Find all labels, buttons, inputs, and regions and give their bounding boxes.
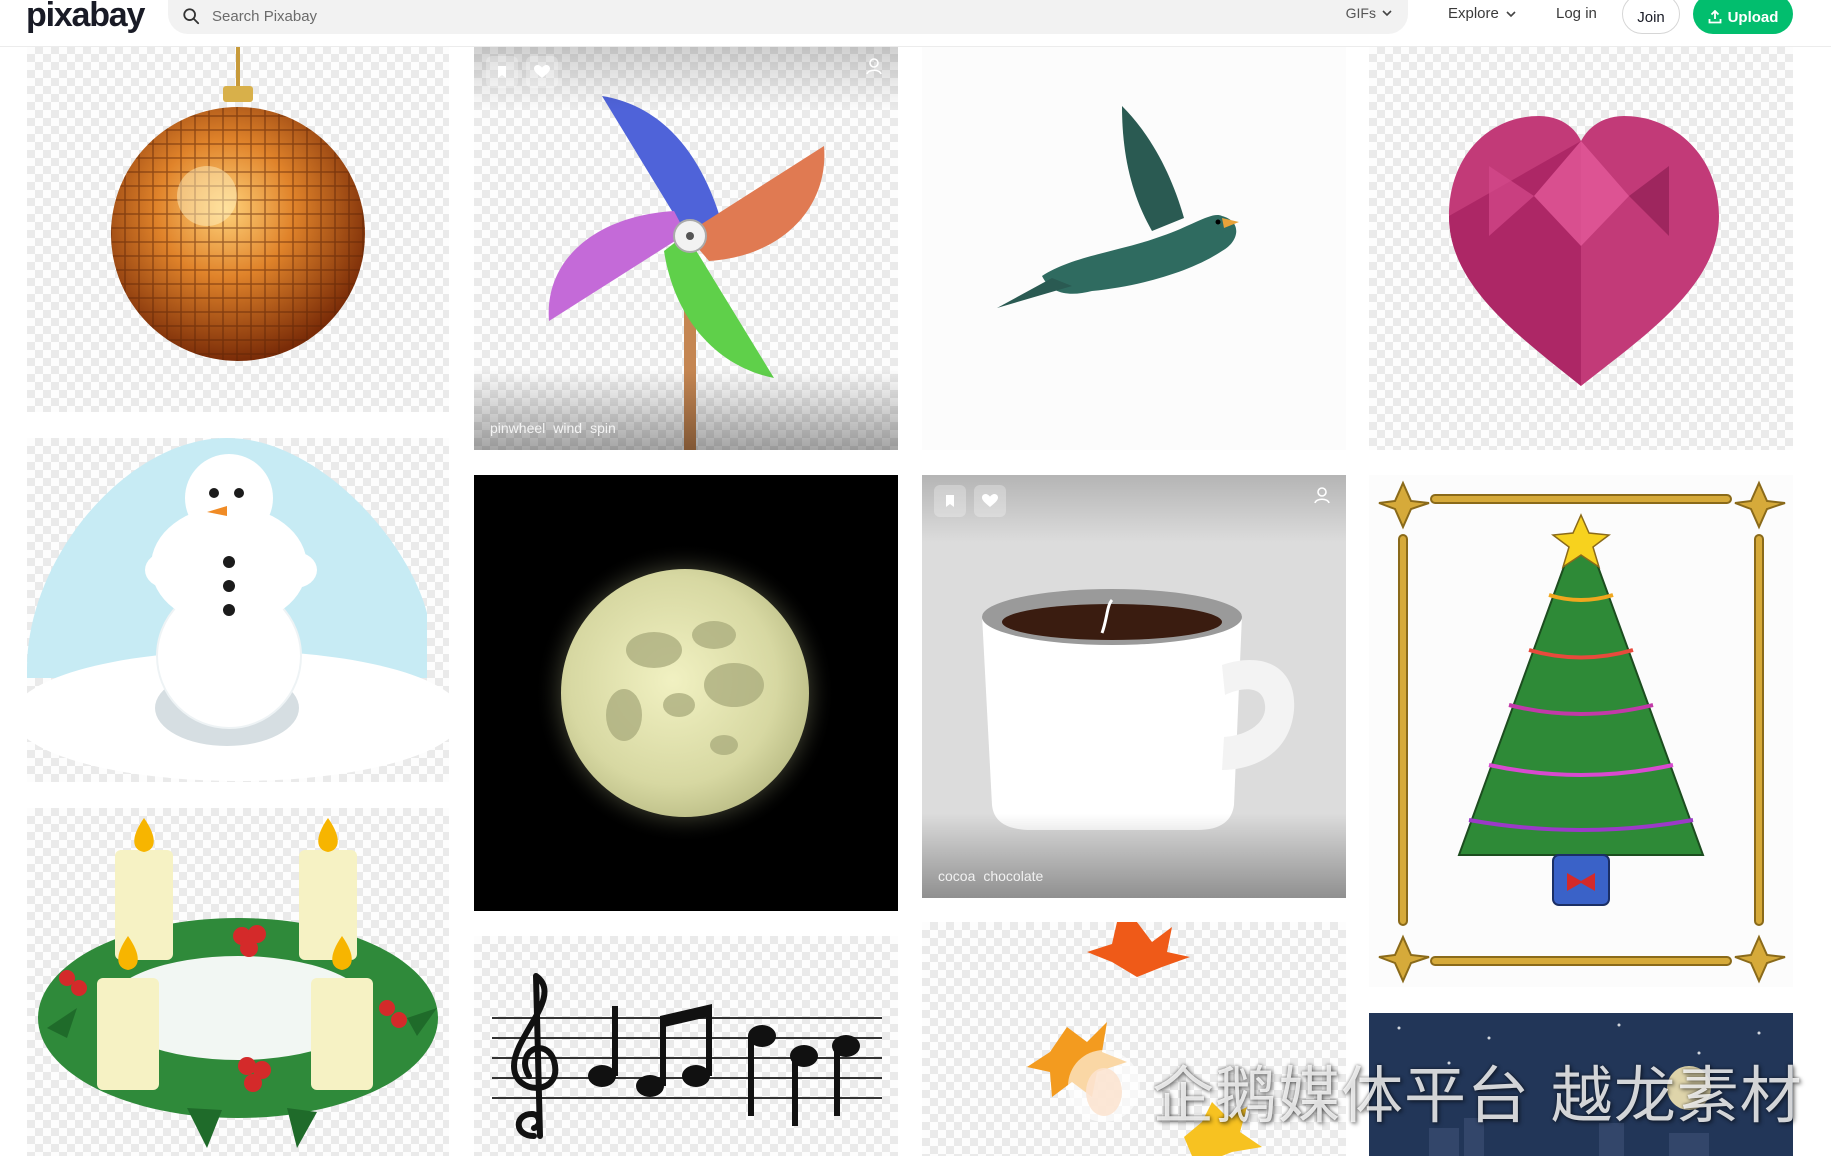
join-button[interactable]: Join [1622,0,1680,34]
upload-button[interactable]: Upload [1693,0,1793,34]
image-card-night-city[interactable] [1369,1013,1793,1156]
media-type-dropdown[interactable]: GIFs [1346,5,1392,21]
top-navbar: pixabay GIFs Explore Log in Join Upload [0,0,1831,47]
tag-link[interactable]: wind [553,420,582,436]
pixabay-logo[interactable]: pixabay [26,0,145,34]
image-card-bird[interactable] [922,46,1346,450]
bookmark-button[interactable] [934,485,966,517]
like-button[interactable] [526,56,558,88]
full-moon-image [535,543,835,843]
advent-wreath-image [38,818,438,1148]
disco-ball-image [111,46,365,361]
like-button[interactable] [974,485,1006,517]
tag-link[interactable]: cocoa [938,868,975,884]
media-type-label: GIFs [1345,5,1376,21]
snowman-image [27,438,449,781]
heart-icon [534,65,550,78]
upload-icon [1708,10,1721,24]
christmas-tree-image [1378,480,1786,984]
image-card-snowman[interactable] [27,438,449,782]
tag-link[interactable]: pinwheel [490,420,545,436]
user-icon[interactable] [864,56,884,76]
heart-icon [982,494,998,507]
tag-link[interactable]: spin [590,420,616,436]
explore-menu[interactable]: Explore [1448,5,1516,22]
heart-gem-image [1449,116,1719,386]
night-city-image [1369,1013,1793,1156]
search-bar[interactable]: GIFs [168,0,1408,34]
image-card-disco-ball[interactable] [27,46,449,412]
image-card-pinwheel[interactable]: pinwheel wind spin [474,46,898,450]
chevron-down-icon [1382,10,1392,17]
bookmark-icon [946,495,954,507]
bookmark-button[interactable] [486,56,518,88]
autumn-leaves-image [1027,922,1262,1156]
hover-overlay [474,46,898,450]
bird-image [997,106,1239,308]
image-card-heart-gem[interactable] [1369,46,1793,450]
image-card-christmas-tree[interactable] [1369,475,1793,987]
chevron-down-icon [1506,10,1516,17]
user-icon[interactable] [1312,485,1332,505]
hover-overlay [922,475,1346,898]
image-card-music-notes[interactable] [474,936,898,1156]
tag-link[interactable]: chocolate [983,868,1043,884]
upload-label: Upload [1727,8,1779,26]
tag-list: cocoa chocolate [938,868,1043,884]
login-link[interactable]: Log in [1556,5,1597,22]
tag-list: pinwheel wind spin [490,420,616,436]
search-input[interactable] [210,2,1114,30]
bookmark-icon [498,66,506,78]
search-icon [183,8,200,25]
image-card-full-moon[interactable] [474,475,898,911]
explore-label: Explore [1448,5,1499,22]
image-card-coffee-cup[interactable]: cocoa chocolate [922,475,1346,898]
image-card-autumn-leaves[interactable] [922,922,1346,1156]
image-card-advent-wreath[interactable] [27,808,449,1156]
music-notes-image [492,973,882,1139]
